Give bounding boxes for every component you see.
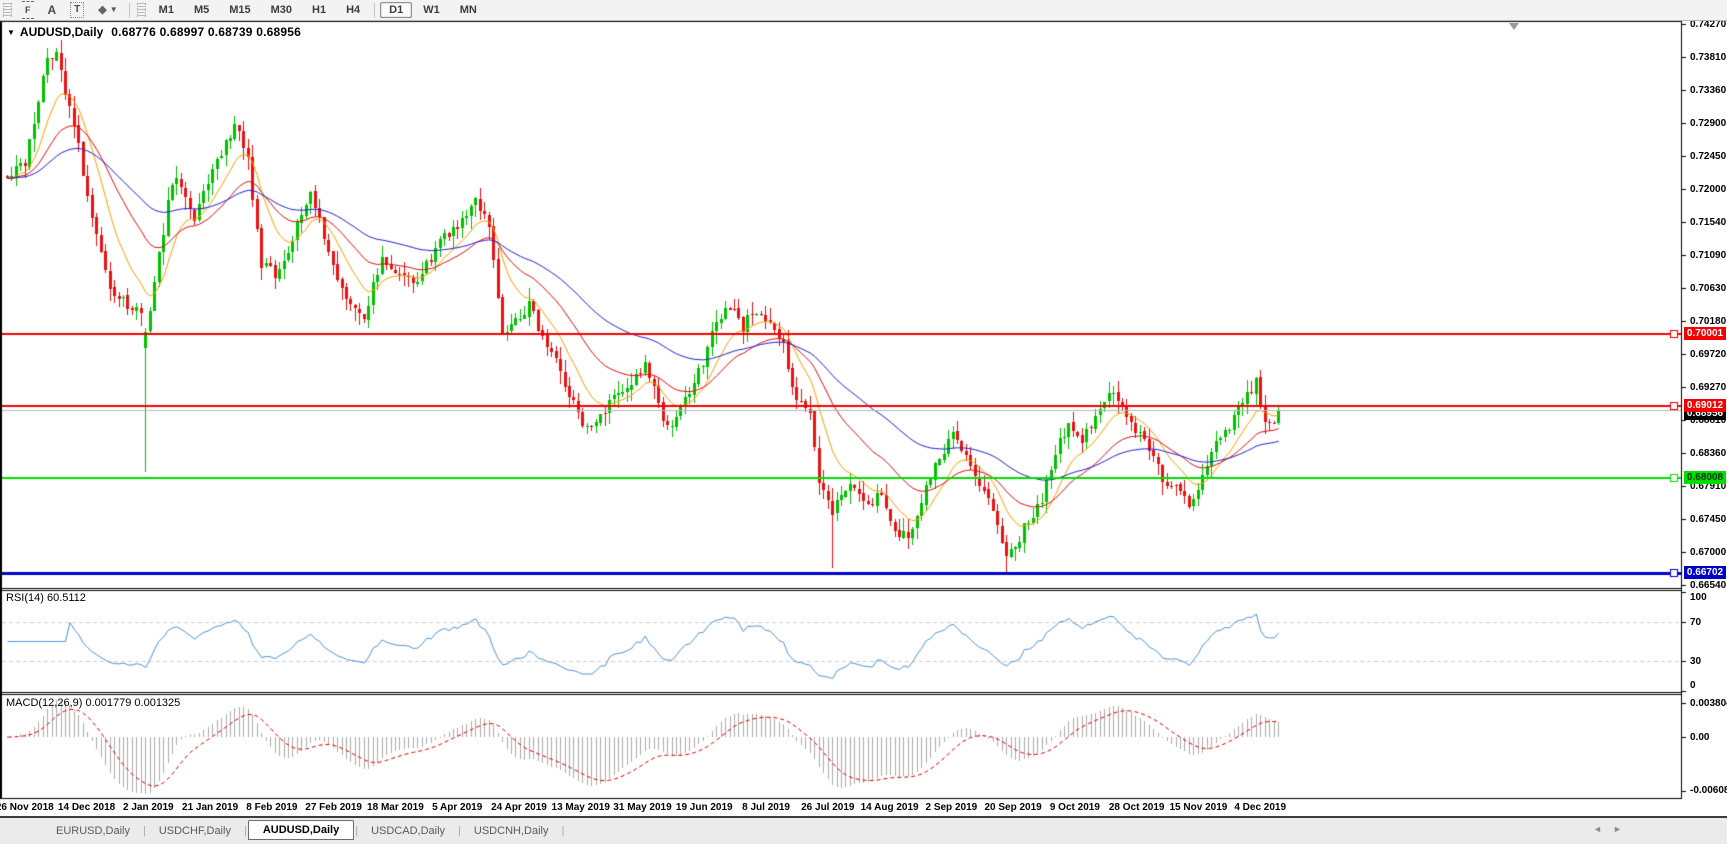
price-tick-label: 0.67000 — [1690, 547, 1726, 558]
chart-tab-eurusd[interactable]: EURUSD,Daily — [44, 822, 142, 840]
chart-title: ▼ AUDUSD,Daily 0.68776 0.68997 0.68739 0.6… — [7, 25, 301, 39]
tab-separator: | — [355, 825, 358, 837]
price-tick-label: 0.73810 — [1690, 52, 1726, 63]
timeframe-button-m15[interactable]: M15 — [220, 2, 259, 18]
timeframe-button-m5[interactable]: M5 — [185, 2, 218, 18]
chart-ohlc-values: 0.68776 0.68997 0.68739 0.68956 — [111, 25, 301, 39]
text-icon[interactable]: A — [48, 3, 57, 17]
price-tick-label: 0.68360 — [1690, 448, 1726, 459]
macd-tick-label: 0.003804 — [1690, 698, 1727, 709]
top-toolbar: FAT ◆ ▼ M1M5M15M30H1H4 D1W1MN — [0, 0, 1727, 21]
timeframe-button-h4[interactable]: H4 — [337, 2, 369, 18]
price-line-label-0.66702: 0.66702 — [1684, 566, 1726, 579]
shapes-icon[interactable]: ◆ — [98, 3, 106, 17]
price-chart-canvas[interactable] — [0, 0, 1727, 800]
chart-tab-bar: EURUSD,Daily|USDCHF,Daily|AUDUSD,Daily|U… — [0, 818, 1727, 844]
price-tick-label: 0.70630 — [1690, 283, 1726, 294]
timeframe-button-m30[interactable]: M30 — [262, 2, 301, 18]
toolbar-separator — [374, 3, 375, 18]
price-line-label-0.68008: 0.68008 — [1684, 471, 1726, 484]
macd-tick-label: -0.006087 — [1690, 785, 1727, 796]
scroll-right-arrow[interactable]: ► — [1613, 824, 1622, 834]
price-tick-label: 0.71540 — [1690, 217, 1726, 228]
timeframe-button-d1[interactable]: D1 — [380, 2, 412, 18]
price-tick-label: 0.72450 — [1690, 151, 1726, 162]
price-line-label-0.69012: 0.69012 — [1684, 399, 1726, 412]
timeframe-toolbar-grip[interactable] — [137, 3, 146, 17]
price-tick-label: 0.72000 — [1690, 184, 1726, 195]
scroll-left-arrow[interactable]: ◄ — [1593, 824, 1602, 834]
date-axis[interactable]: 26 Nov 201814 Dec 20182 Jan 201921 Jan 2… — [0, 800, 1727, 816]
tab-separator: | — [458, 825, 461, 837]
rsi-tick-label: 30 — [1690, 656, 1701, 667]
label-icon[interactable]: T — [70, 2, 84, 18]
drawing-tools-group: FAT ◆ ▼ — [15, 1, 134, 19]
chart-tab-usdcad[interactable]: USDCAD,Daily — [359, 822, 457, 840]
symbol-dropdown-icon[interactable]: ▼ — [7, 28, 15, 37]
rsi-indicator-label: RSI(14) 60.5112 — [6, 592, 86, 604]
price-tick-label: 0.66540 — [1690, 580, 1726, 591]
price-axis[interactable]: 0.742700.738100.733600.729000.724500.720… — [1682, 0, 1727, 800]
timeframe-buttons: M1M5M15M30H1H4 D1W1MN — [149, 2, 487, 18]
price-tick-label: 0.71090 — [1690, 250, 1726, 261]
fibonacci-icon[interactable]: F — [22, 1, 34, 19]
price-tick-label: 0.69270 — [1690, 382, 1726, 393]
chart-tab-audusd[interactable]: AUDUSD,Daily — [248, 820, 354, 840]
toolbar-separator — [129, 3, 130, 18]
chart-tab-usdchf[interactable]: USDCHF,Daily — [147, 822, 243, 840]
timeframe-button-mn[interactable]: MN — [451, 2, 486, 18]
date-tick-label: 4 Dec 2019 — [1215, 802, 1305, 813]
price-tick-label: 0.72900 — [1690, 118, 1726, 129]
tab-separator: | — [561, 825, 564, 837]
rsi-tick-label: 100 — [1690, 592, 1707, 603]
rsi-tick-label: 70 — [1690, 617, 1701, 628]
tab-separator: | — [143, 825, 146, 837]
price-line-label-0.70001: 0.70001 — [1684, 327, 1726, 340]
price-tick-label: 0.73360 — [1690, 85, 1726, 96]
price-tick-label: 0.69720 — [1690, 349, 1726, 360]
timeframe-button-h1[interactable]: H1 — [303, 2, 335, 18]
price-tick-label: 0.67450 — [1690, 514, 1726, 525]
shapes-dropdown-icon[interactable]: ▼ — [110, 3, 118, 17]
toolbar-grip[interactable] — [3, 3, 12, 17]
price-tick-label: 0.70180 — [1690, 316, 1726, 327]
tab-separator: | — [244, 825, 247, 837]
timeframe-button-m1[interactable]: M1 — [150, 2, 183, 18]
macd-indicator-label: MACD(12,26,9) 0.001779 0.001325 — [6, 697, 180, 709]
chart-symbol-label: AUDUSD,Daily — [20, 25, 103, 39]
chart-shift-marker-icon[interactable] — [1509, 23, 1519, 30]
timeframe-button-w1[interactable]: W1 — [414, 2, 449, 18]
chart-tab-usdcnh[interactable]: USDCNH,Daily — [462, 822, 561, 840]
macd-tick-label: 0.00 — [1690, 732, 1709, 743]
rsi-tick-label: 0 — [1690, 680, 1696, 691]
